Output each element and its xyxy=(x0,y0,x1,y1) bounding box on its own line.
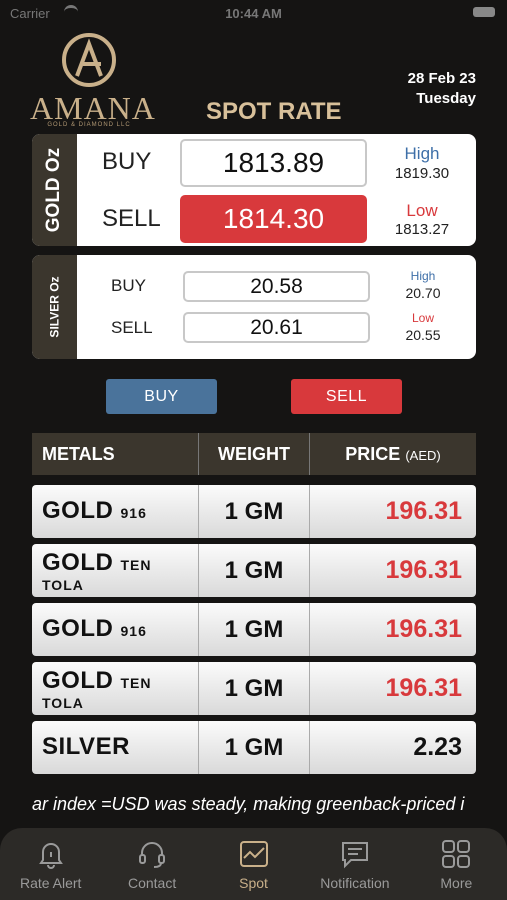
battery-icon xyxy=(473,7,495,17)
tab-label: Contact xyxy=(127,875,177,891)
brand-logo: AMANA GOLD & DIAMOND LLC xyxy=(30,32,155,132)
weight-cell: 1 GM xyxy=(199,721,310,774)
tab-label: More xyxy=(440,875,473,891)
weight-cell: 1 GM xyxy=(199,544,310,597)
metal-purity: TEN xyxy=(120,557,152,573)
tab-rate-alert[interactable]: Rate Alert xyxy=(0,828,101,900)
table-row: GOLD TEN TOLA 1 GM 196.31 xyxy=(32,662,476,715)
table-row: GOLD 916 1 GM 196.31 xyxy=(32,603,476,656)
logo-mark-icon xyxy=(62,33,116,87)
bell-icon xyxy=(38,843,63,869)
silver-rate-card: SILVER Oz BUY SELL 20.58 20.61 High 20.7… xyxy=(32,255,476,359)
buy-button[interactable]: BUY xyxy=(106,379,217,414)
metal-purity: 916 xyxy=(120,505,147,521)
message-icon xyxy=(341,842,368,869)
gold-low-value: 1813.27 xyxy=(394,221,450,238)
tab-contact[interactable]: Contact xyxy=(101,828,202,900)
metal-name: GOLD 916 xyxy=(42,497,147,524)
gold-sell-label: SELL xyxy=(102,205,161,232)
date-display: 28 Feb 23 Tuesday xyxy=(408,69,476,109)
gold-rate-card: GOLD Oz BUY SELL 1813.89 1814.30 High 18… xyxy=(32,134,476,246)
metal-name: SILVER xyxy=(42,733,130,760)
silver-side-panel: SILVER Oz xyxy=(32,255,77,359)
metal-purity: 916 xyxy=(120,623,147,639)
metal-sub-label: TOLA xyxy=(42,577,84,593)
gold-buy-label: BUY xyxy=(102,148,152,175)
grid-icon xyxy=(442,840,471,868)
price-header-label: PRICE xyxy=(345,444,401,464)
price-unit-label: (AED) xyxy=(405,448,441,463)
silver-low-value: 20.55 xyxy=(405,327,441,343)
silver-low-label: Low xyxy=(411,311,434,325)
tab-notification[interactable]: Notification xyxy=(304,828,405,900)
silver-high-label: High xyxy=(410,269,436,283)
brand-subtitle: GOLD & DIAMOND LLC xyxy=(47,122,131,128)
gold-low-label: Low xyxy=(406,201,438,220)
tab-bar: Rate Alert Contact Spot Notification Mor… xyxy=(0,828,507,900)
metal-cell: SILVER xyxy=(32,721,199,774)
price-cell: 196.31 xyxy=(385,674,462,702)
silver-buy-value: 20.58 xyxy=(183,271,370,302)
tab-spot[interactable]: Spot xyxy=(203,828,304,900)
silver-buy-label: BUY xyxy=(111,276,146,295)
gold-high-label: High xyxy=(404,144,440,163)
headset-icon xyxy=(139,842,166,868)
weight-cell: 1 GM xyxy=(199,485,310,538)
silver-side-label: SILVER Oz xyxy=(47,276,62,338)
metals-column-header: METALS xyxy=(32,433,199,475)
gold-high-value: 1819.30 xyxy=(394,165,450,182)
metal-sub-label: TOLA xyxy=(42,695,84,711)
day-label: Tuesday xyxy=(416,90,476,107)
price-cell: 2.23 xyxy=(413,733,462,761)
price-cell: 196.31 xyxy=(385,556,462,584)
silver-sell-value: 20.61 xyxy=(183,312,370,343)
tab-label: Notification xyxy=(320,875,390,891)
gold-buy-value: 1813.89 xyxy=(180,139,367,187)
price-column-header: PRICE (AED) xyxy=(310,433,476,475)
table-row: GOLD 916 1 GM 196.31 xyxy=(32,485,476,538)
weight-cell: 1 GM xyxy=(199,603,310,656)
weight-column-header: WEIGHT xyxy=(199,433,310,475)
sell-button[interactable]: SELL xyxy=(291,379,402,414)
metal-cell: GOLD TEN TOLA xyxy=(32,544,199,597)
tab-label: Spot xyxy=(239,875,268,891)
metal-name: GOLD TEN xyxy=(42,549,152,576)
gold-side-panel: GOLD Oz xyxy=(32,134,77,246)
price-cell: 196.31 xyxy=(385,615,462,643)
table-row: GOLD TEN TOLA 1 GM 196.31 xyxy=(32,544,476,597)
chart-icon xyxy=(239,841,268,867)
status-bar: Carrier 10:44 AM xyxy=(0,0,507,26)
price-cell: 196.31 xyxy=(385,497,462,525)
weight-cell: 1 GM xyxy=(199,662,310,715)
date-label: 28 Feb 23 xyxy=(407,70,476,87)
metal-purity: TEN xyxy=(120,675,152,691)
metal-name: GOLD TEN xyxy=(42,667,152,694)
silver-high-value: 20.70 xyxy=(405,285,441,301)
tab-more[interactable]: More xyxy=(406,828,507,900)
table-row: SILVER 1 GM 2.23 xyxy=(32,721,476,774)
metal-cell: GOLD 916 xyxy=(32,603,199,656)
tab-label: Rate Alert xyxy=(19,875,82,891)
page-title: SPOT RATE xyxy=(206,98,342,125)
metal-cell: GOLD 916 xyxy=(32,485,199,538)
news-ticker: ar index =USD was steady, making greenba… xyxy=(32,794,465,814)
metal-name: GOLD 916 xyxy=(42,615,147,642)
gold-sell-value: 1814.30 xyxy=(180,195,367,243)
metal-cell: GOLD TEN TOLA xyxy=(32,662,199,715)
gold-side-label: GOLD Oz xyxy=(43,147,65,233)
rates-table-header: METALS WEIGHT PRICE (AED) xyxy=(32,433,476,475)
status-time: 10:44 AM xyxy=(225,6,282,21)
silver-sell-label: SELL xyxy=(111,318,153,337)
